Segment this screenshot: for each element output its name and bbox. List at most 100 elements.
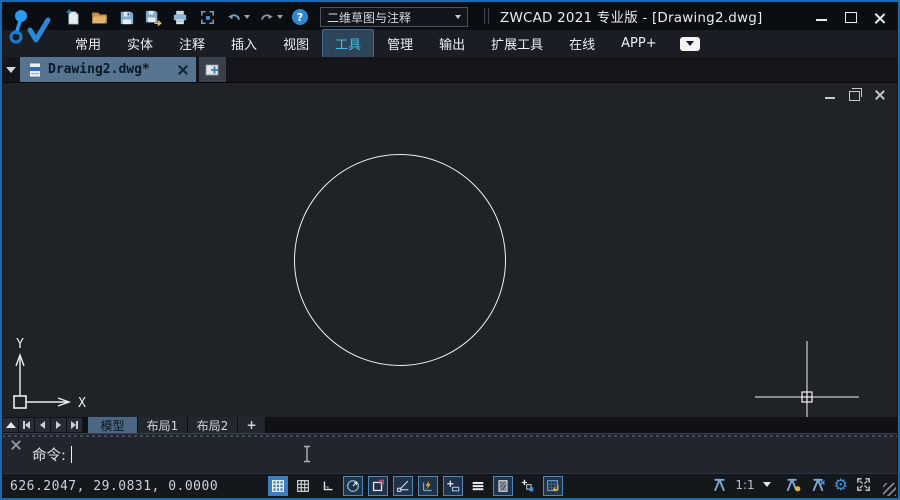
tab-zaixian[interactable]: 在线: [556, 29, 608, 58]
tab-shitu[interactable]: 视图: [270, 29, 322, 58]
scale-dropdown-icon[interactable]: [763, 482, 771, 487]
dynamic-ucs-toggle[interactable]: [418, 476, 438, 496]
workspace-dropdown-icon: [455, 15, 461, 19]
close-command-panel-icon[interactable]: [11, 440, 21, 450]
command-prompt[interactable]: 命令:: [32, 434, 72, 474]
next-layout-button[interactable]: [51, 418, 66, 432]
tab-changyong[interactable]: 常用: [62, 29, 114, 58]
tab-shiti[interactable]: 实体: [114, 29, 166, 58]
crosshair-cursor: [752, 341, 862, 417]
tab-zhushi[interactable]: 注释: [166, 29, 218, 58]
settings-gear-icon[interactable]: ⚙: [834, 477, 848, 493]
help-icon: ?: [291, 8, 309, 26]
new-document-icon: [204, 62, 222, 78]
dynamic-input-toggle[interactable]: [443, 476, 463, 496]
ortho-toggle[interactable]: [318, 476, 338, 496]
mdi-close-button[interactable]: [874, 90, 884, 100]
annotation-scale-value[interactable]: 1:1: [735, 478, 754, 492]
close-button[interactable]: [873, 10, 886, 23]
annotation-scale-icon[interactable]: [711, 476, 728, 493]
status-bar: 626.2047, 29.0831, 0.0000: [2, 473, 898, 498]
command-line-panel[interactable]: 命令:: [2, 433, 898, 474]
ucs-icon: Y X: [6, 336, 102, 416]
object-snap-tracking-toggle[interactable]: [393, 476, 413, 496]
annotation-monitor-icon: [545, 478, 561, 494]
maximize-button[interactable]: [844, 10, 857, 23]
arrow-left-icon: [40, 421, 45, 429]
new-file-icon: [63, 8, 82, 27]
tab-layout2[interactable]: 布局2: [188, 417, 238, 433]
ribbon-collapse-button[interactable]: [680, 37, 700, 51]
close-document-icon[interactable]: [178, 65, 188, 75]
arrow-left-icon: [25, 421, 30, 429]
resize-grip[interactable]: [883, 483, 896, 496]
fullscreen-icon[interactable]: [855, 476, 872, 493]
undo-button[interactable]: [222, 6, 252, 28]
tab-app-plus[interactable]: APP+: [608, 31, 669, 56]
object-snap-tracking-icon: [395, 478, 411, 494]
transparency-toggle[interactable]: [493, 476, 513, 496]
dynamic-ucs-icon: [420, 478, 436, 494]
open-button[interactable]: [87, 6, 111, 28]
lineweight-toggle[interactable]: [468, 476, 488, 496]
plot-preview-button[interactable]: [195, 6, 219, 28]
redo-button[interactable]: [255, 6, 285, 28]
help-button[interactable]: ?: [288, 6, 312, 28]
tab-model[interactable]: 模型: [88, 417, 138, 433]
new-document-button[interactable]: [199, 57, 226, 82]
print-icon: [170, 8, 190, 27]
polar-tracking-toggle[interactable]: [343, 476, 363, 496]
grid-toggle[interactable]: [293, 476, 313, 496]
minimize-icon: [816, 19, 827, 21]
tab-layout1[interactable]: 布局1: [138, 417, 188, 433]
redo-icon: [258, 8, 276, 26]
zwcad-logo-icon: [8, 4, 56, 54]
tab-guanli[interactable]: 管理: [374, 29, 426, 58]
save-as-button[interactable]: [141, 6, 165, 28]
circle-entity[interactable]: [294, 154, 506, 366]
save-button[interactable]: [114, 6, 138, 28]
first-layout-button[interactable]: [19, 418, 34, 432]
mdi-restore-button[interactable]: [849, 89, 860, 101]
tab-gongju[interactable]: 工具: [322, 29, 374, 58]
selection-cycling-toggle[interactable]: [518, 476, 538, 496]
plot-preview-icon: [198, 8, 217, 27]
document-tab-drawing2[interactable]: Drawing2.dwg*: [20, 57, 196, 82]
close-icon: [874, 90, 884, 100]
drawing-canvas[interactable]: Y X: [2, 82, 898, 418]
layout-menu-button[interactable]: [3, 418, 18, 432]
auto-annotation-scale-icon[interactable]: [809, 476, 827, 493]
tab-charu[interactable]: 插入: [218, 29, 270, 58]
bar-icon: [76, 421, 78, 429]
command-panel-drag-handle[interactable]: [2, 435, 898, 437]
title-bar: ? 二维草图与注释 ZWCAD 2021 专业版 - [Drawing2.dwg…: [2, 2, 898, 30]
ribbon-tab-bar: 常用 实体 注释 插入 视图 工具 管理 输出 扩展工具 在线 APP+: [2, 30, 898, 57]
undo-dropdown-icon[interactable]: [244, 15, 250, 19]
chevron-down-icon: [6, 67, 16, 73]
minimize-button[interactable]: [815, 10, 828, 23]
redo-dropdown-icon[interactable]: [277, 15, 283, 19]
text-caret: [71, 446, 73, 463]
ibeam-cursor: [302, 445, 312, 463]
last-layout-button[interactable]: [67, 418, 82, 432]
object-snap-toggle[interactable]: [368, 476, 388, 496]
mdi-minimize-button[interactable]: [825, 91, 835, 99]
annotation-visibility-icon[interactable]: [784, 476, 802, 493]
snap-toggle[interactable]: [268, 476, 288, 496]
dwg-file-icon: [28, 62, 42, 78]
tab-kuozhan[interactable]: 扩展工具: [478, 29, 556, 58]
titlebar-separator: [484, 8, 489, 24]
prev-layout-button[interactable]: [35, 418, 50, 432]
add-layout-button[interactable]: +: [238, 417, 266, 433]
annotation-monitor-toggle[interactable]: [543, 476, 563, 496]
workspace-label: 二维草图与注释: [327, 9, 454, 26]
window-title: ZWCAD 2021 专业版 - [Drawing2.dwg]: [500, 2, 762, 30]
window-controls: [815, 2, 886, 30]
document-tab-label: Drawing2.dwg*: [48, 62, 172, 77]
print-button[interactable]: [168, 6, 192, 28]
workspace-selector[interactable]: 二维草图与注释: [320, 7, 468, 27]
tab-shuchu[interactable]: 输出: [426, 29, 478, 58]
new-file-button[interactable]: [60, 6, 84, 28]
quick-access-toolbar: ?: [60, 6, 312, 28]
document-list-button[interactable]: [2, 57, 20, 82]
